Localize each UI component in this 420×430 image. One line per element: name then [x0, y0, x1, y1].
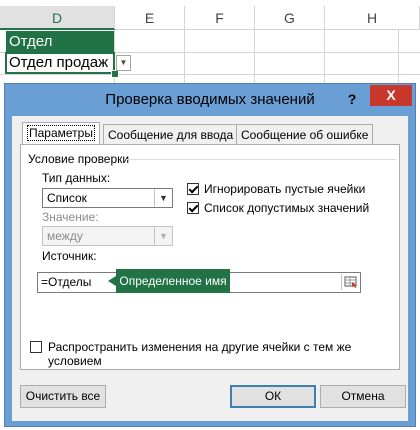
- checkbox-checked-icon: [187, 183, 199, 195]
- data-type-select[interactable]: Список ▼: [42, 188, 173, 208]
- in-cell-dropdown-label: Список допустимых значений: [204, 201, 370, 215]
- gridline: [0, 74, 420, 75]
- dialog-titlebar[interactable]: Проверка вводимых значений ? X: [5, 84, 415, 116]
- column-header-e[interactable]: E: [115, 6, 185, 30]
- tab-settings[interactable]: Параметры: [22, 122, 100, 145]
- data-type-value: Список: [47, 191, 87, 205]
- in-cell-dropdown-checkbox[interactable]: Список допустимых значений: [187, 201, 369, 215]
- checkbox-checked-icon: [187, 202, 199, 214]
- ok-button[interactable]: ОК: [230, 385, 316, 408]
- chevron-down-icon: ▼: [154, 227, 172, 245]
- gridline: [324, 30, 325, 90]
- chevron-down-icon: ▼: [119, 58, 128, 67]
- source-input-value: =Отделы: [41, 275, 92, 289]
- column-header-row: D E F G H: [0, 6, 420, 30]
- spreadsheet: D E F G H Отдел Отдел продаж ▼: [0, 0, 420, 90]
- tab-error-alert[interactable]: Сообщение об ошибке: [236, 124, 374, 144]
- close-icon: X: [386, 87, 396, 103]
- value-select: между ▼: [42, 226, 173, 246]
- help-button[interactable]: ?: [341, 88, 363, 110]
- fill-handle[interactable]: [111, 70, 119, 78]
- group-title: Условие проверки: [28, 152, 130, 166]
- column-header-f[interactable]: F: [185, 6, 255, 30]
- gridline: [184, 30, 185, 90]
- source-label: Источник:: [42, 249, 97, 263]
- cell-d1-header[interactable]: Отдел: [6, 31, 114, 53]
- tab-input-message[interactable]: Сообщение для ввода: [103, 124, 239, 144]
- value-select-value: между: [47, 229, 83, 243]
- tab-settings-label: Параметры: [27, 125, 95, 141]
- ignore-blank-checkbox[interactable]: Игнорировать пустые ячейки: [187, 182, 365, 196]
- cell-d2-active[interactable]: Отдел продаж: [5, 52, 115, 74]
- apply-all-checkbox[interactable]: Распространить изменения на другие ячейк…: [30, 340, 360, 368]
- apply-all-label: Распространить изменения на другие ячейк…: [48, 340, 352, 368]
- close-button[interactable]: X: [370, 85, 412, 106]
- ignore-blank-label: Игнорировать пустые ячейки: [204, 182, 366, 196]
- column-header-h[interactable]: H: [325, 6, 420, 30]
- gridline: [254, 30, 255, 90]
- chevron-down-icon: ▼: [154, 189, 172, 207]
- named-range-callout: Определенное имя: [108, 269, 230, 293]
- checkbox-unchecked-icon: [30, 341, 42, 353]
- data-validation-dialog: Проверка вводимых значений ? X Параметры…: [4, 83, 416, 427]
- data-type-label: Тип данных:: [42, 171, 111, 185]
- gridline: [398, 30, 399, 90]
- divider: [126, 159, 396, 160]
- cancel-button[interactable]: Отмена: [320, 385, 406, 408]
- clear-all-button[interactable]: Очистить все: [20, 385, 106, 408]
- range-select-icon[interactable]: [341, 274, 360, 290]
- settings-panel: Условие проверки Тип данных: Список ▼ Иг…: [20, 144, 400, 370]
- value-label: Значение:: [42, 210, 99, 224]
- cell-dropdown-button[interactable]: ▼: [116, 55, 131, 71]
- column-header-d[interactable]: D: [0, 6, 115, 30]
- column-header-g[interactable]: G: [255, 6, 325, 30]
